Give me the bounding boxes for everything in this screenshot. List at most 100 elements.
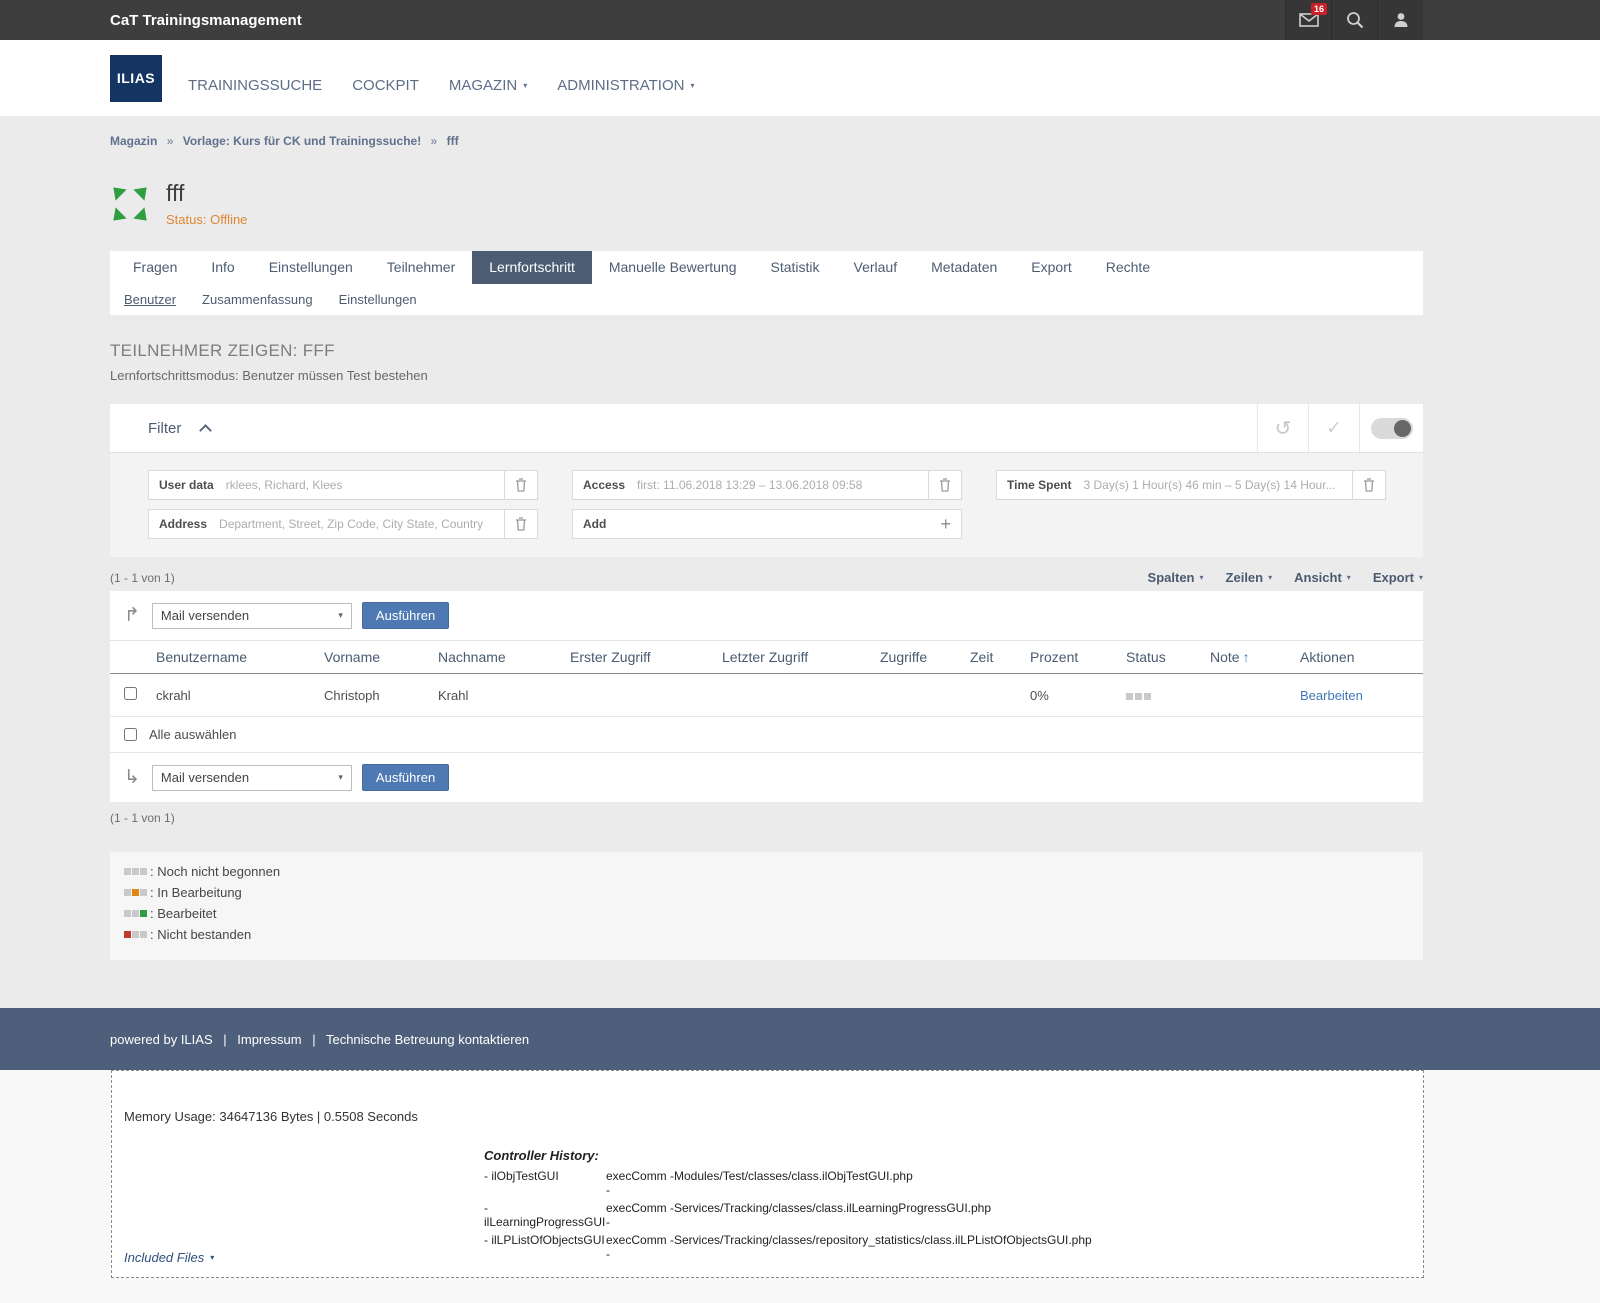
tab-info[interactable]: Info xyxy=(194,251,251,284)
row-checkbox[interactable] xyxy=(124,687,137,700)
bearbeiten-link[interactable]: Bearbeiten xyxy=(1300,688,1363,703)
time-spent-remove-button[interactable] xyxy=(1353,470,1386,500)
col-vorname[interactable]: Vorname xyxy=(318,641,432,674)
tab-export[interactable]: Export xyxy=(1014,251,1088,284)
zeilen-menu[interactable]: Zeilen▾ xyxy=(1226,570,1273,585)
cell-zugriffe xyxy=(874,674,964,717)
search-button[interactable] xyxy=(1331,0,1377,40)
status-square xyxy=(1144,693,1151,700)
export-menu[interactable]: Export▾ xyxy=(1373,570,1423,585)
col-nachname[interactable]: Nachname xyxy=(432,641,564,674)
app-title: CaT Trainingsmanagement xyxy=(110,12,302,29)
bulk-action-select-bottom[interactable]: Mail versenden ▾ xyxy=(152,765,352,791)
mail-badge: 16 xyxy=(1311,3,1327,15)
address-remove-button[interactable] xyxy=(505,509,538,539)
legend-square xyxy=(140,910,147,917)
execute-button-top[interactable]: Ausführen xyxy=(362,602,449,629)
debug-panel: Memory Usage: 34647136 Bytes | 0.5508 Se… xyxy=(111,1070,1424,1278)
legend-square xyxy=(132,910,139,917)
subtab-zusammenfassung[interactable]: Zusammenfassung xyxy=(202,292,313,307)
time-spent-input[interactable]: Time Spent 3 Day(s) 1 Hour(s) 46 min – 5… xyxy=(996,470,1353,500)
sort-asc-icon: ↑ xyxy=(1243,649,1250,665)
legend-square xyxy=(124,868,131,875)
tab-fragen[interactable]: Fragen xyxy=(116,251,194,284)
status-square xyxy=(1126,693,1133,700)
impressum-link[interactable]: Impressum xyxy=(237,1032,301,1047)
select-all-checkbox[interactable] xyxy=(124,728,137,741)
tab-einstellungen[interactable]: Einstellungen xyxy=(252,251,370,284)
col-prozent[interactable]: Prozent xyxy=(1024,641,1120,674)
legend-square xyxy=(124,910,131,917)
support-contact-link[interactable]: Technische Betreuung kontaktieren xyxy=(326,1032,529,1047)
breadcrumb-magazin[interactable]: Magazin xyxy=(110,134,157,148)
tab-teilnehmer[interactable]: Teilnehmer xyxy=(370,251,472,284)
footer: powered by ILIAS | Impressum | Technisch… xyxy=(0,1008,1600,1070)
tab-verlauf[interactable]: Verlauf xyxy=(837,251,915,284)
subtab-einstellungen[interactable]: Einstellungen xyxy=(339,292,417,307)
tab-metadaten[interactable]: Metadaten xyxy=(914,251,1014,284)
col-status[interactable]: Status xyxy=(1120,641,1204,674)
chevron-down-icon: ▾ xyxy=(1200,573,1204,582)
filter-field-access: Access first: 11.06.2018 13:29 – 13.06.2… xyxy=(572,470,962,500)
filter-field-user-data: User data rklees, Richard, Klees xyxy=(148,470,538,500)
chevron-up-icon xyxy=(199,424,212,437)
select-all-label: Alle auswählen xyxy=(149,727,236,742)
status-text: Status: Offline xyxy=(166,212,247,227)
cell-lastname: Krahl xyxy=(432,674,564,717)
filter-field-time-spent: Time Spent 3 Day(s) 1 Hour(s) 46 min – 5… xyxy=(996,470,1386,500)
section-heading: TEILNEHMER ZEIGEN: FFF xyxy=(110,341,1423,361)
plus-icon[interactable]: + xyxy=(940,517,951,531)
breadcrumb: Magazin » Vorlage: Kurs für CK und Train… xyxy=(110,116,1423,148)
subtab-benutzer[interactable]: Benutzer xyxy=(124,292,176,307)
included-files-toggle[interactable]: Included Files ▾ xyxy=(124,1250,214,1265)
filter-toggle-header[interactable]: Filter xyxy=(110,420,1257,437)
filter-reset-button[interactable]: ↺ xyxy=(1257,404,1308,452)
legend-item: : Noch nicht begonnen xyxy=(124,864,1409,879)
tab-lernfortschritt[interactable]: Lernfortschritt xyxy=(472,251,592,284)
pagination-bottom: (1 - 1 von 1) xyxy=(110,811,1423,825)
ansicht-menu[interactable]: Ansicht▾ xyxy=(1294,570,1351,585)
cell-letzter-zugriff xyxy=(716,674,874,717)
col-note[interactable]: Note↑ xyxy=(1204,641,1294,674)
nav-magazin[interactable]: MAGAZIN▾ xyxy=(449,77,527,94)
mail-button[interactable]: 16 xyxy=(1285,0,1331,40)
chevron-down-icon: ▾ xyxy=(210,1253,214,1262)
col-zugriffe[interactable]: Zugriffe xyxy=(874,641,964,674)
topbar-icons: 16 xyxy=(1285,0,1423,40)
user-menu-button[interactable] xyxy=(1377,0,1423,40)
filter-field-address: Address Department, Street, Zip Code, Ci… xyxy=(148,509,538,539)
controller-history-row: - ilLPListOfObjectsGUI execComm - - Serv… xyxy=(484,1231,1092,1263)
user-data-input[interactable]: User data rklees, Richard, Klees xyxy=(148,470,505,500)
user-data-remove-button[interactable] xyxy=(505,470,538,500)
col-letzter-zugriff[interactable]: Letzter Zugriff xyxy=(716,641,874,674)
bulk-action-select-top[interactable]: Mail versenden ▾ xyxy=(152,603,352,629)
nav-cockpit[interactable]: COCKPIT xyxy=(352,77,419,94)
participants-table: ↱ Mail versenden ▾ Ausführen Benutzernam… xyxy=(110,591,1423,802)
chevron-down-icon: ▾ xyxy=(523,81,527,90)
col-zeit[interactable]: Zeit xyxy=(964,641,1024,674)
col-erster-zugriff[interactable]: Erster Zugriff xyxy=(564,641,716,674)
controller-history-row: - ilLearningProgressGUI execComm - - Ser… xyxy=(484,1199,1092,1231)
powered-by-text: powered by ILIAS xyxy=(110,1032,213,1047)
nav-trainingssuche[interactable]: TRAININGSSUCHE xyxy=(188,77,322,94)
spalten-menu[interactable]: Spalten▾ xyxy=(1148,570,1204,585)
access-input[interactable]: Access first: 11.06.2018 13:29 – 13.06.2… xyxy=(572,470,929,500)
tabs-bar: Fragen Info Einstellungen Teilnehmer Ler… xyxy=(110,251,1423,315)
debug-area: Memory Usage: 34647136 Bytes | 0.5508 Se… xyxy=(0,1070,1600,1303)
address-input[interactable]: Address Department, Street, Zip Code, Ci… xyxy=(148,509,505,539)
execute-button-bottom[interactable]: Ausführen xyxy=(362,764,449,791)
filter-apply-button[interactable]: ✓ xyxy=(1308,404,1359,452)
access-remove-button[interactable] xyxy=(929,470,962,500)
pagination-top: (1 - 1 von 1) xyxy=(110,571,175,585)
tab-statistik[interactable]: Statistik xyxy=(754,251,837,284)
ilias-logo[interactable]: ILIAS xyxy=(110,55,162,102)
breadcrumb-vorlage[interactable]: Vorlage: Kurs für CK und Trainingssuche! xyxy=(183,134,421,148)
nav-administration[interactable]: ADMINISTRATION▾ xyxy=(557,77,694,94)
status-square xyxy=(1135,693,1142,700)
col-benutzername[interactable]: Benutzername xyxy=(150,641,318,674)
add-filter-field[interactable]: Add + xyxy=(572,509,962,539)
title-block: fff Status: Offline xyxy=(110,180,1423,227)
tab-rechte[interactable]: Rechte xyxy=(1089,251,1167,284)
tab-manuelle-bewertung[interactable]: Manuelle Bewertung xyxy=(592,251,754,284)
filter-on-off-toggle[interactable] xyxy=(1371,418,1413,439)
